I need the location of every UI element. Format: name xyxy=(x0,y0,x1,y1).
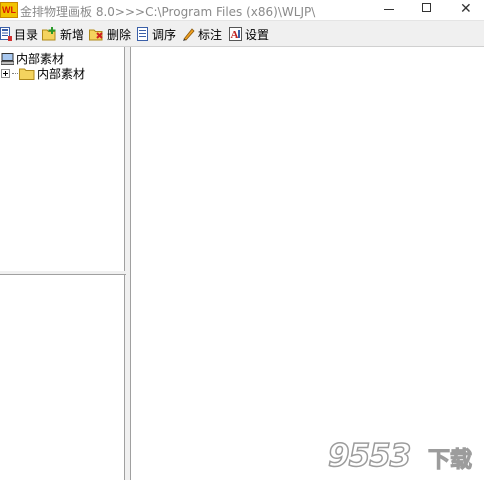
settings-label: 设置 xyxy=(245,27,270,42)
maximize-button[interactable] xyxy=(410,0,446,20)
tree-item[interactable]: 内部素材 xyxy=(1,65,85,82)
tree-panel[interactable]: 内部素材 内部素材 xyxy=(0,47,125,272)
delete-folder-icon xyxy=(89,29,103,41)
toolbar: 目录 新增 删除 调序 标注 A 设置 xyxy=(0,21,484,47)
add-label: 新增 xyxy=(60,27,85,42)
add-button[interactable]: 新增 xyxy=(42,25,84,43)
delete-button[interactable]: 删除 xyxy=(89,25,131,43)
catalog-button[interactable]: 目录 xyxy=(0,25,38,43)
maximize-icon xyxy=(422,3,431,12)
tree-item-label: 内部素材 xyxy=(37,67,86,81)
tree-connector xyxy=(12,72,18,75)
reorder-icon xyxy=(137,27,148,41)
pencil-icon xyxy=(183,28,195,41)
computer-icon xyxy=(1,52,14,65)
close-button[interactable]: ✕ xyxy=(448,0,484,20)
delete-label: 删除 xyxy=(107,27,132,42)
watermark: 9553 下载 xyxy=(327,437,480,478)
watermark-text: 下载 xyxy=(427,448,473,474)
window-title: 金排物理画板 8.0>>>C:\Program Files (x86)\WLJP… xyxy=(20,5,316,19)
app-logo-icon: WL xyxy=(0,2,18,18)
catalog-label: 目录 xyxy=(14,27,39,42)
settings-button[interactable]: A 设置 xyxy=(229,25,269,43)
title-bar: WL 金排物理画板 8.0>>>C:\Program Files (x86)\W… xyxy=(0,0,484,21)
drawing-canvas[interactable] xyxy=(130,47,484,480)
settings-icon: A xyxy=(229,27,242,41)
material-list-panel[interactable] xyxy=(0,275,125,480)
catalog-icon xyxy=(0,27,12,41)
minimize-icon xyxy=(384,9,394,10)
watermark-number: 9553 xyxy=(327,437,412,475)
folder-icon xyxy=(19,68,35,80)
add-folder-icon xyxy=(42,27,56,41)
close-icon: ✕ xyxy=(460,1,472,17)
svg-text:A: A xyxy=(231,29,239,41)
expand-icon[interactable] xyxy=(1,69,10,78)
annotate-button[interactable]: 标注 xyxy=(182,25,222,43)
minimize-button[interactable] xyxy=(372,0,408,20)
reorder-label: 调序 xyxy=(152,27,177,42)
annotate-label: 标注 xyxy=(198,27,223,42)
reorder-button[interactable]: 调序 xyxy=(137,25,176,43)
